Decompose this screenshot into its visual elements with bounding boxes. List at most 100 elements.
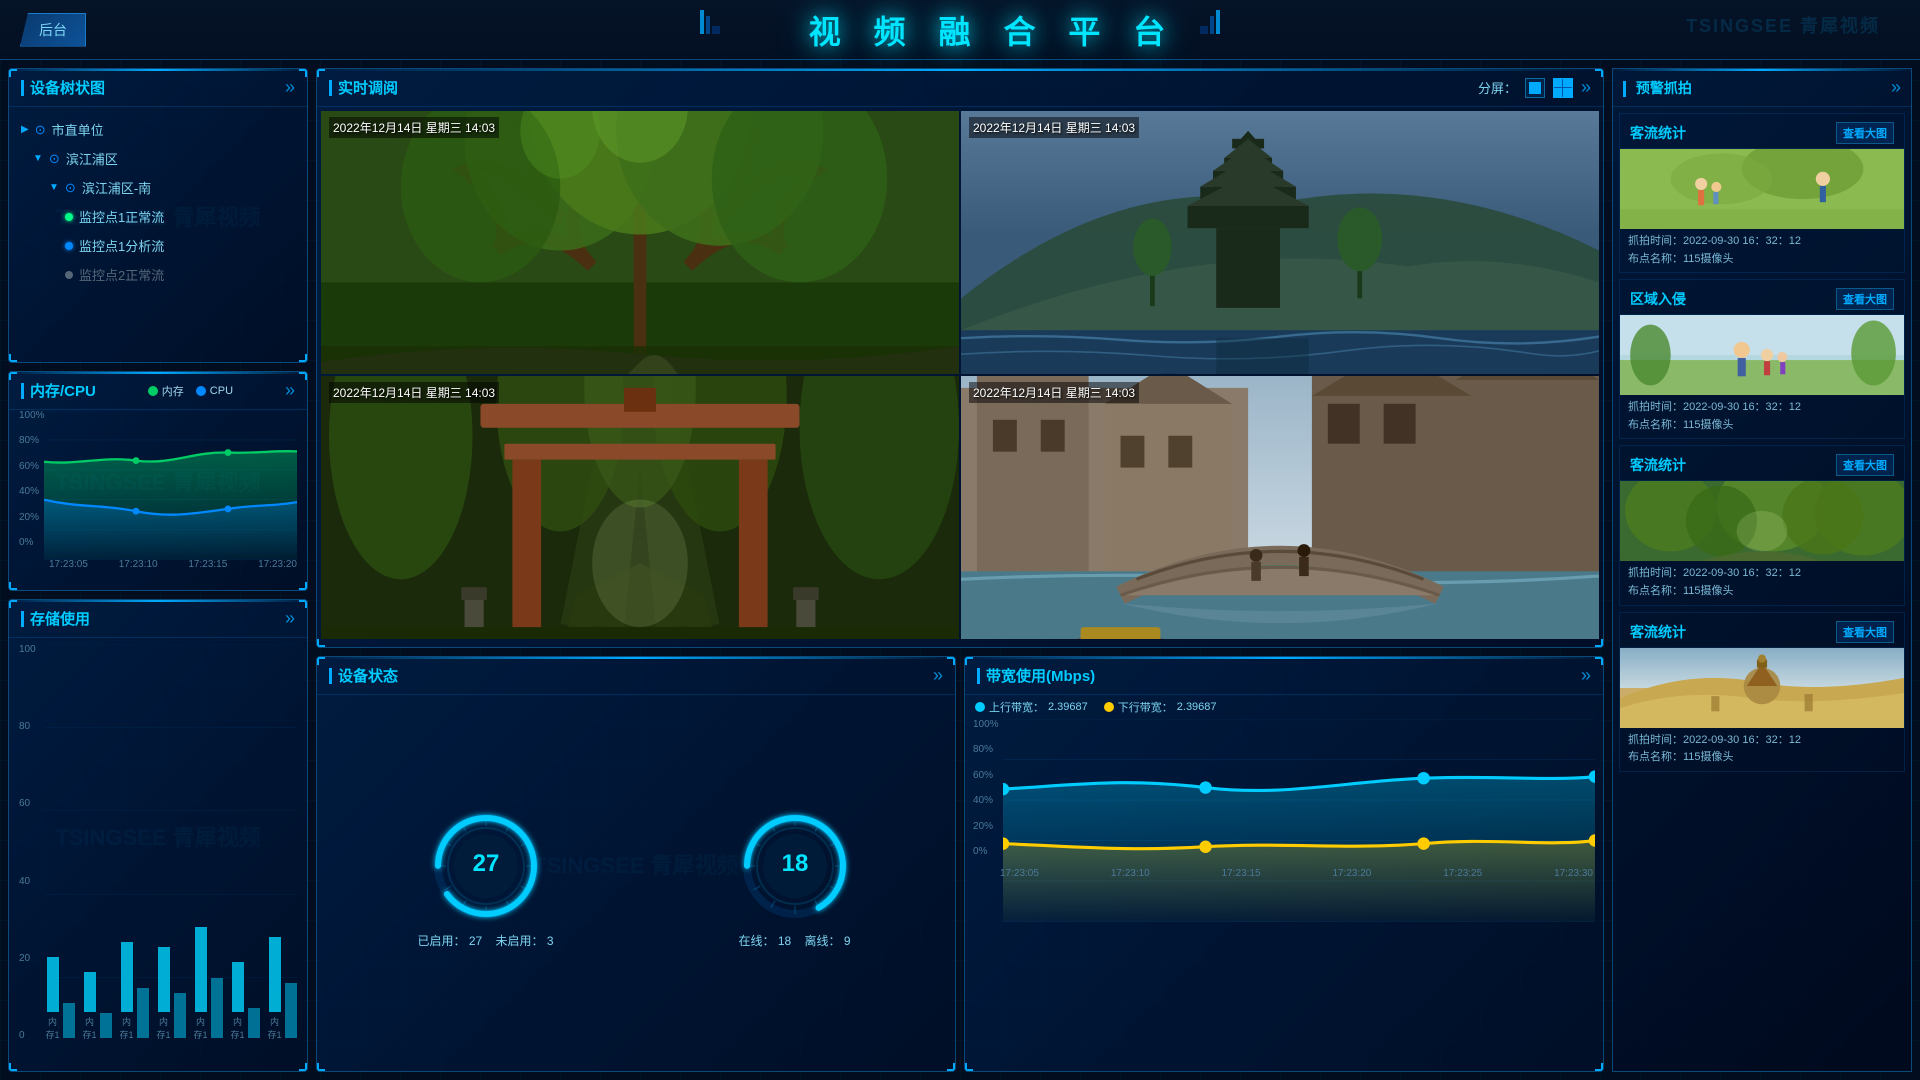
tree-item-binjiang-south[interactable]: ▼ ⊙ 滨江浦区-南 <box>9 173 307 202</box>
alert-3-view-btn[interactable]: 查看大图 <box>1836 454 1894 476</box>
cpu-header: 内存/CPU 内存 CPU » <box>9 372 307 410</box>
video-timestamp-3: 2022年12月14日 星期三 14:03 <box>329 382 499 403</box>
tree-item-monitor1-analysis[interactable]: 监控点1分析流 <box>9 231 307 260</box>
video-pagoda-scene <box>961 111 1599 374</box>
tree-label-binjiang: 滨江浦区 <box>66 149 118 168</box>
alert-panel: 预警抓拍 » 客流统计 查看大图 <box>1612 68 1912 1072</box>
tree-content: ▶ ⊙ 市直单位 ▼ ⊙ 滨江浦区 ▼ ⊙ 滨江浦区-南 监控点1正常流 <box>9 107 307 297</box>
bar-3b <box>137 988 149 1038</box>
tree-arrow-city: ▶ <box>21 124 29 135</box>
monitor1-analysis-label: 监控点1分析流 <box>79 236 164 255</box>
alert-item-1-header: 客流统计 查看大图 <box>1620 114 1904 149</box>
alert-1-type: 客流统计 <box>1630 123 1686 143</box>
monitor-expand[interactable]: » <box>1581 77 1591 98</box>
bar-4b <box>174 993 186 1038</box>
alert-2-camera: 布点名称：115摄像头 <box>1628 417 1896 435</box>
back-button[interactable]: 后台 <box>20 13 86 47</box>
bar-label-2a: 内存1 <box>81 1015 98 1041</box>
tree-arrow-binjiang: ▼ <box>33 153 43 164</box>
upload-label: 上行带宽： <box>989 699 1044 715</box>
bar-label-5a: 内存1 <box>192 1015 209 1041</box>
video-bridge-scene <box>961 376 1599 639</box>
video-cell-2[interactable]: 2022年12月14日 星期三 14:03 <box>961 111 1599 374</box>
thumb-3-svg <box>1620 481 1904 561</box>
gauge-area: 27 已启用： 27 未启用： 3 <box>317 695 955 1059</box>
cpu-y-labels: 100% 80% 60% 40% 20% 0% <box>19 410 45 548</box>
alert-3-info: 抓拍时间：2022-09-30 16：32：12 布点名称：115摄像头 <box>1620 561 1904 604</box>
alert-2-view-btn[interactable]: 查看大图 <box>1836 288 1894 310</box>
thumb-4-svg <box>1620 648 1904 728</box>
alert-4-time: 抓拍时间：2022-09-30 16：32：12 <box>1628 732 1896 750</box>
alert-1-info: 抓拍时间：2022-09-30 16：32：12 布点名称：115摄像头 <box>1620 229 1904 272</box>
alert-item-3: 客流统计 查看大图 <box>1619 445 1905 605</box>
bar-group-5: 内存1 <box>192 927 223 1041</box>
cpu-legend: 内存 CPU <box>148 383 233 399</box>
tree-item-monitor2-normal[interactable]: 监控点2正常流 <box>9 260 307 289</box>
alert-1-time: 抓拍时间：2022-09-30 16：32：12 <box>1628 233 1896 251</box>
alert-3-time: 抓拍时间：2022-09-30 16：32：12 <box>1628 565 1896 583</box>
split-1x1-btn[interactable] <box>1525 78 1545 98</box>
tree-item-binjiang[interactable]: ▼ ⊙ 滨江浦区 <box>9 144 307 173</box>
tree-icon-south: ⊙ <box>65 180 76 196</box>
bw-chart-area: 100% 80% 60% 40% 20% 0% <box>965 719 1603 879</box>
title-area: 视 频 融 合 平 台 <box>86 7 1900 53</box>
header-watermark: TSINGSEE 青犀视频 <box>1686 12 1880 38</box>
storage-expand[interactable]: » <box>285 608 295 629</box>
video-cell-3[interactable]: 2022年12月14日 星期三 14:03 <box>321 376 959 639</box>
device-status-expand[interactable]: » <box>933 665 943 686</box>
alert-3-type: 客流统计 <box>1630 455 1686 475</box>
bar-1b <box>63 1003 75 1038</box>
video-cell-1[interactable]: 2022年12月14日 星期三 14:03 <box>321 111 959 374</box>
memory-legend-label: 内存 <box>162 383 184 399</box>
tree-item-monitor1-normal[interactable]: 监控点1正常流 <box>9 202 307 231</box>
alert-1-view-btn[interactable]: 查看大图 <box>1836 122 1894 144</box>
upload-value: 2.39687 <box>1048 701 1088 713</box>
cpu-chart-svg <box>44 410 297 560</box>
main-title: 视 频 融 合 平 台 <box>809 14 1177 50</box>
storage-chart: 100 80 60 40 20 0 <box>9 638 307 1067</box>
bw-legend: 上行带宽： 2.39687 下行带宽： 2.39687 <box>965 695 1603 719</box>
alert-item-1: 客流统计 查看大图 <box>1619 113 1905 273</box>
alert-4-camera: 布点名称：115摄像头 <box>1628 749 1896 767</box>
alert-4-view-btn[interactable]: 查看大图 <box>1836 621 1894 643</box>
storage-chart-inner: 100 80 60 40 20 0 <box>19 644 297 1061</box>
cpu-legend-label: CPU <box>210 385 233 397</box>
thumb-2-svg <box>1620 315 1904 395</box>
top-deco-left <box>700 10 720 34</box>
device-status-panel: TSINGSEE 青犀视频 设备状态 » <box>316 656 956 1072</box>
device-tree-expand[interactable]: » <box>285 77 295 98</box>
alert-item-2-header: 区域入侵 查看大图 <box>1620 280 1904 315</box>
gauge-wrapper-1: 27 已启用： 27 未启用： 3 <box>417 806 553 949</box>
top-deco-right <box>1200 10 1220 34</box>
monitor-title: 实时调阅 <box>329 77 398 98</box>
bandwidth-expand[interactable]: » <box>1581 665 1591 686</box>
alert-2-time: 抓拍时间：2022-09-30 16：32：12 <box>1628 399 1896 417</box>
tree-item-city[interactable]: ▶ ⊙ 市直单位 <box>9 115 307 144</box>
cpu-panel: TSINGSEE 青犀视频 内存/CPU 内存 CPU » 10 <box>8 371 308 591</box>
bar-5a <box>195 927 207 1012</box>
alert-expand[interactable]: » <box>1891 77 1901 98</box>
gauge-2-label: 在线： 18 离线： 9 <box>738 932 850 949</box>
alert-item-2: 区域入侵 查看大图 <box>1619 279 1905 439</box>
alert-item-4: 客流统计 查看大图 <box>1619 612 1905 772</box>
split-2x2-btn[interactable] <box>1553 78 1573 98</box>
bar-6a <box>232 962 244 1012</box>
alert-thumb-2 <box>1620 315 1904 395</box>
cpu-expand[interactable]: » <box>285 380 295 401</box>
download-value: 2.39687 <box>1177 701 1217 713</box>
alert-header: 预警抓拍 » <box>1613 69 1911 107</box>
svg-text:27: 27 <box>472 850 499 877</box>
bar-2b <box>100 1013 112 1038</box>
bar-label-4a: 内存1 <box>155 1015 172 1041</box>
video-cell-4[interactable]: 2022年12月14日 星期三 14:03 <box>961 376 1599 639</box>
tree-label-city: 市直单位 <box>52 120 104 139</box>
status-dot-blue <box>65 242 73 250</box>
realtime-monitor-panel: 实时调阅 分屏： » <box>316 68 1604 648</box>
alert-thumb-1 <box>1620 149 1904 229</box>
tree-label-south: 滨江浦区-南 <box>82 178 151 197</box>
alert-item-3-header: 客流统计 查看大图 <box>1620 446 1904 481</box>
video-grid: 2022年12月14日 星期三 14:03 <box>317 107 1603 643</box>
video-tree-scene <box>321 111 959 374</box>
bar-7a <box>269 937 281 1012</box>
download-label: 下行带宽： <box>1118 699 1173 715</box>
